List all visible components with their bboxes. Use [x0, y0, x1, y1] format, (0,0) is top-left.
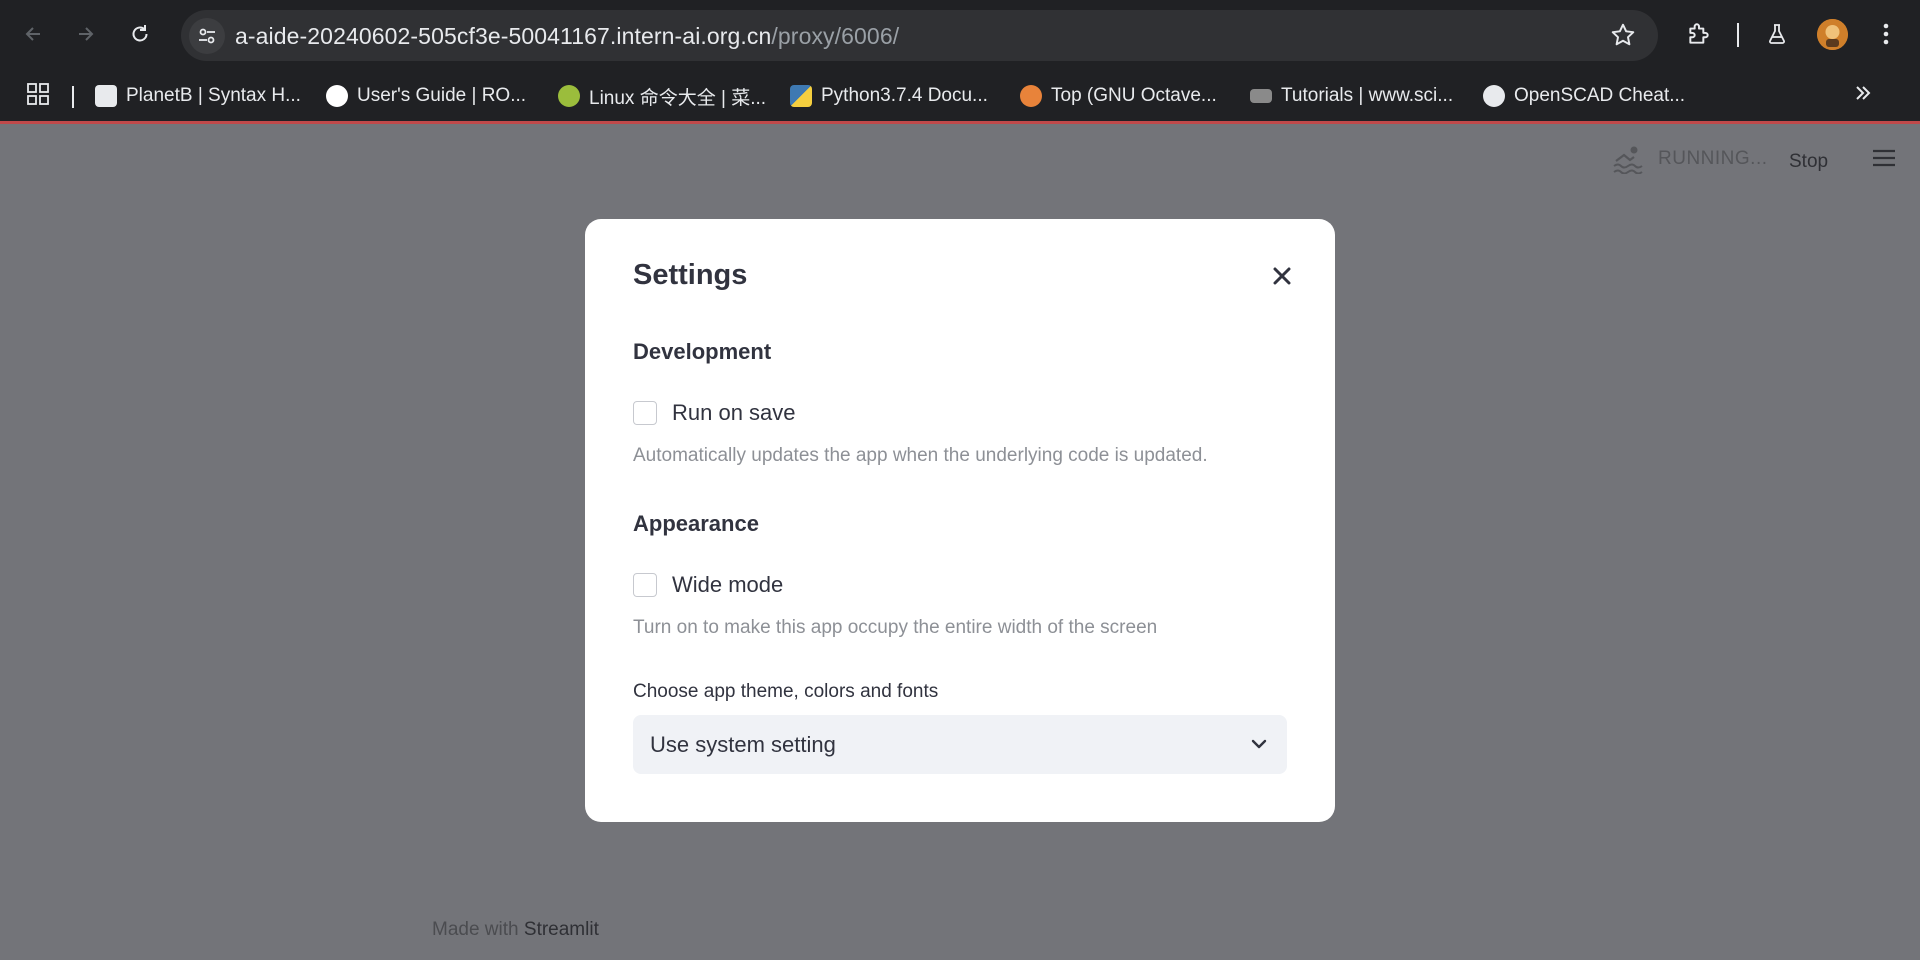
- arrow-left-icon: [25, 27, 40, 41]
- url-host: a-aide-20240602-505cf3e-50041167.intern-…: [235, 23, 772, 49]
- url-path: /proxy/6006/: [771, 23, 900, 49]
- run-on-save-help: Automatically updates the app when the u…: [633, 445, 1208, 466]
- labs-button[interactable]: [1759, 16, 1795, 52]
- bookmark-label: PlanetB | Syntax H...: [126, 85, 301, 106]
- bookmarks-divider: [72, 86, 74, 108]
- running-status-text: RUNNING...: [1658, 148, 1768, 169]
- browser-toolbar: a-aide-20240602-505cf3e-50041167.intern-…: [0, 0, 1920, 70]
- extensions-button[interactable]: [1681, 16, 1717, 52]
- hamburger-menu-icon: [1873, 149, 1895, 167]
- run-on-save-checkbox[interactable]: [633, 401, 657, 425]
- streamlit-link[interactable]: Streamlit: [524, 919, 599, 940]
- main-menu-button[interactable]: [1872, 148, 1896, 173]
- bookmark-label: User's Guide | RO...: [357, 85, 527, 106]
- browser-menu-button[interactable]: [1868, 16, 1904, 52]
- development-heading: Development: [633, 339, 772, 364]
- footer-prefix: Made with: [432, 919, 519, 940]
- bookmark-item[interactable]: Python3.7.4 Docu...: [790, 81, 988, 111]
- globe-icon: [1483, 85, 1505, 107]
- chevron-double-right-icon: [1856, 86, 1871, 100]
- wide-mode-label: Wide mode: [672, 572, 784, 597]
- rocket-icon: [326, 85, 348, 107]
- scipy-icon: [1250, 89, 1272, 103]
- url-text[interactable]: a-aide-20240602-505cf3e-50041167.intern-…: [235, 23, 899, 50]
- site-info-button[interactable]: [189, 18, 225, 54]
- toolbar-divider: [1737, 23, 1739, 47]
- reload-button[interactable]: [122, 16, 158, 52]
- close-icon: [1273, 267, 1291, 285]
- bookmark-label: Tutorials | www.sci...: [1281, 85, 1454, 106]
- run-on-save-option[interactable]: Run on save: [633, 400, 796, 426]
- bookmark-item[interactable]: OpenSCAD Cheat...: [1483, 81, 1685, 111]
- swimmer-icon: [1613, 146, 1643, 174]
- star-icon: [1611, 23, 1635, 46]
- close-button[interactable]: [1267, 261, 1297, 291]
- apps-button[interactable]: [26, 82, 50, 111]
- python-icon: [790, 85, 812, 107]
- settings-dialog: Settings Development Run on save Automat…: [585, 219, 1335, 822]
- wide-mode-option[interactable]: Wide mode: [633, 572, 783, 598]
- wide-mode-checkbox[interactable]: [633, 573, 657, 597]
- reload-icon: [132, 25, 148, 42]
- runoob-icon: [558, 85, 580, 107]
- profile-avatar[interactable]: [1817, 19, 1848, 50]
- theme-select[interactable]: Use system setting: [633, 715, 1287, 774]
- more-bookmarks-button[interactable]: [1853, 82, 1873, 110]
- kebab-menu-icon: [1883, 23, 1889, 45]
- back-button[interactable]: [15, 16, 51, 52]
- bookmark-star-button[interactable]: [1610, 22, 1636, 53]
- apps-grid-icon: [27, 83, 49, 105]
- wide-mode-help: Turn on to make this app occupy the enti…: [633, 617, 1158, 638]
- theme-label: Choose app theme, colors and fonts: [633, 681, 939, 702]
- bookmark-label: Top (GNU Octave...: [1051, 85, 1217, 106]
- flask-icon: [1769, 24, 1785, 44]
- bookmark-label: OpenSCAD Cheat...: [1514, 85, 1686, 106]
- running-status: RUNNING...: [1612, 144, 1768, 174]
- dialog-title: Settings: [633, 259, 748, 291]
- theme-select-value: Use system setting: [650, 732, 836, 757]
- bookmark-label: Python3.7.4 Docu...: [821, 85, 988, 106]
- bookmark-item[interactable]: Linux 命令大全 | 菜...: [558, 81, 766, 111]
- tune-icon: [199, 28, 215, 44]
- bookmark-item[interactable]: PlanetB | Syntax H...: [95, 81, 301, 111]
- notion-icon: [95, 85, 117, 107]
- forward-button[interactable]: [68, 16, 104, 52]
- address-bar[interactable]: a-aide-20240602-505cf3e-50041167.intern-…: [181, 10, 1658, 61]
- chevron-down-icon: [1251, 739, 1267, 749]
- footer-text: Made with Streamlit: [432, 919, 599, 941]
- bookmark-item[interactable]: Tutorials | www.sci...: [1250, 81, 1453, 111]
- arrow-right-icon: [79, 27, 94, 41]
- bookmarks-bar: PlanetB | Syntax H... User's Guide | RO.…: [0, 70, 1920, 122]
- bookmark-item[interactable]: Top (GNU Octave...: [1020, 81, 1217, 111]
- bookmark-label: Linux 命令大全 | 菜...: [589, 87, 767, 109]
- bookmark-item[interactable]: User's Guide | RO...: [326, 81, 526, 111]
- puzzle-icon: [1689, 23, 1709, 44]
- octave-icon: [1020, 85, 1042, 107]
- appearance-heading: Appearance: [633, 511, 759, 536]
- avatar-icon: [1817, 19, 1848, 50]
- run-on-save-label: Run on save: [672, 400, 796, 425]
- stop-button[interactable]: Stop: [1789, 151, 1828, 173]
